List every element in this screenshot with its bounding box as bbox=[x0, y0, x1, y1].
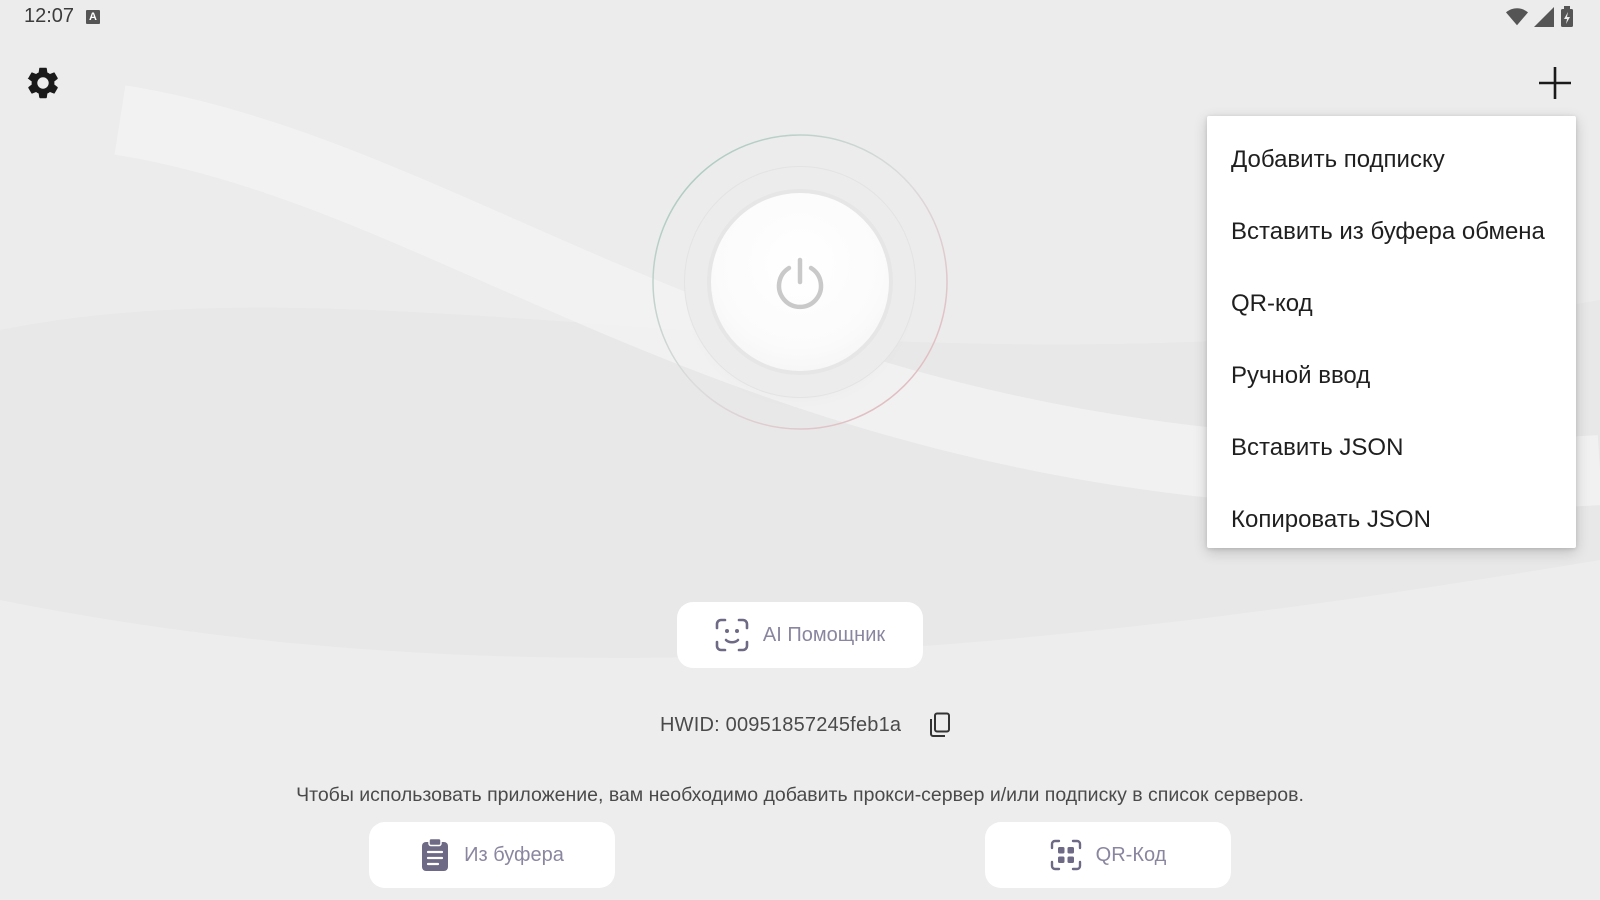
battery-charging-icon bbox=[1561, 6, 1573, 27]
qr-scan-icon bbox=[1050, 839, 1081, 871]
face-scan-icon bbox=[715, 618, 749, 652]
hwid-row: HWID: 00951857245feb1a bbox=[660, 710, 953, 740]
clipboard-icon bbox=[422, 838, 449, 871]
qr-code-label: QR-Код bbox=[1095, 843, 1167, 866]
plus-icon bbox=[1539, 67, 1571, 99]
power-button[interactable] bbox=[711, 193, 889, 371]
menu-item-manual-input[interactable]: Ручной ввод bbox=[1207, 340, 1576, 412]
qr-code-button[interactable]: QR-Код bbox=[985, 822, 1231, 888]
copy-hwid-button[interactable] bbox=[927, 711, 953, 739]
wifi-icon bbox=[1506, 8, 1528, 26]
add-button[interactable] bbox=[1534, 62, 1576, 104]
empty-list-hint: Чтобы использовать приложение, вам необх… bbox=[296, 784, 1304, 806]
status-bar: 12:07 A bbox=[0, 0, 1600, 34]
status-time: 12:07 bbox=[24, 5, 75, 27]
gear-icon bbox=[27, 67, 58, 99]
add-menu: Добавить подписку Вставить из буфера обм… bbox=[1207, 116, 1576, 548]
from-clipboard-button[interactable]: Из буфера bbox=[369, 822, 615, 888]
status-icons bbox=[1506, 6, 1574, 28]
menu-item-add-subscription[interactable]: Добавить подписку bbox=[1207, 124, 1576, 196]
menu-item-copy-json[interactable]: Копировать JSON bbox=[1207, 484, 1576, 556]
settings-button[interactable] bbox=[22, 62, 64, 104]
power-area bbox=[651, 133, 949, 431]
signal-icon bbox=[1534, 7, 1554, 27]
ai-assistant-button[interactable]: AI Помощник bbox=[677, 602, 923, 668]
power-icon bbox=[776, 257, 824, 310]
notification-badge: A bbox=[86, 10, 100, 24]
menu-item-paste-clipboard[interactable]: Вставить из буфера обмена bbox=[1207, 196, 1576, 268]
copy-icon bbox=[930, 712, 951, 737]
menu-item-paste-json[interactable]: Вставить JSON bbox=[1207, 412, 1576, 484]
hwid-text: HWID: 00951857245feb1a bbox=[660, 713, 902, 736]
menu-item-qr-code[interactable]: QR-код bbox=[1207, 268, 1576, 340]
ai-assistant-label: AI Помощник bbox=[762, 623, 886, 646]
from-clipboard-label: Из буфера bbox=[464, 843, 564, 866]
